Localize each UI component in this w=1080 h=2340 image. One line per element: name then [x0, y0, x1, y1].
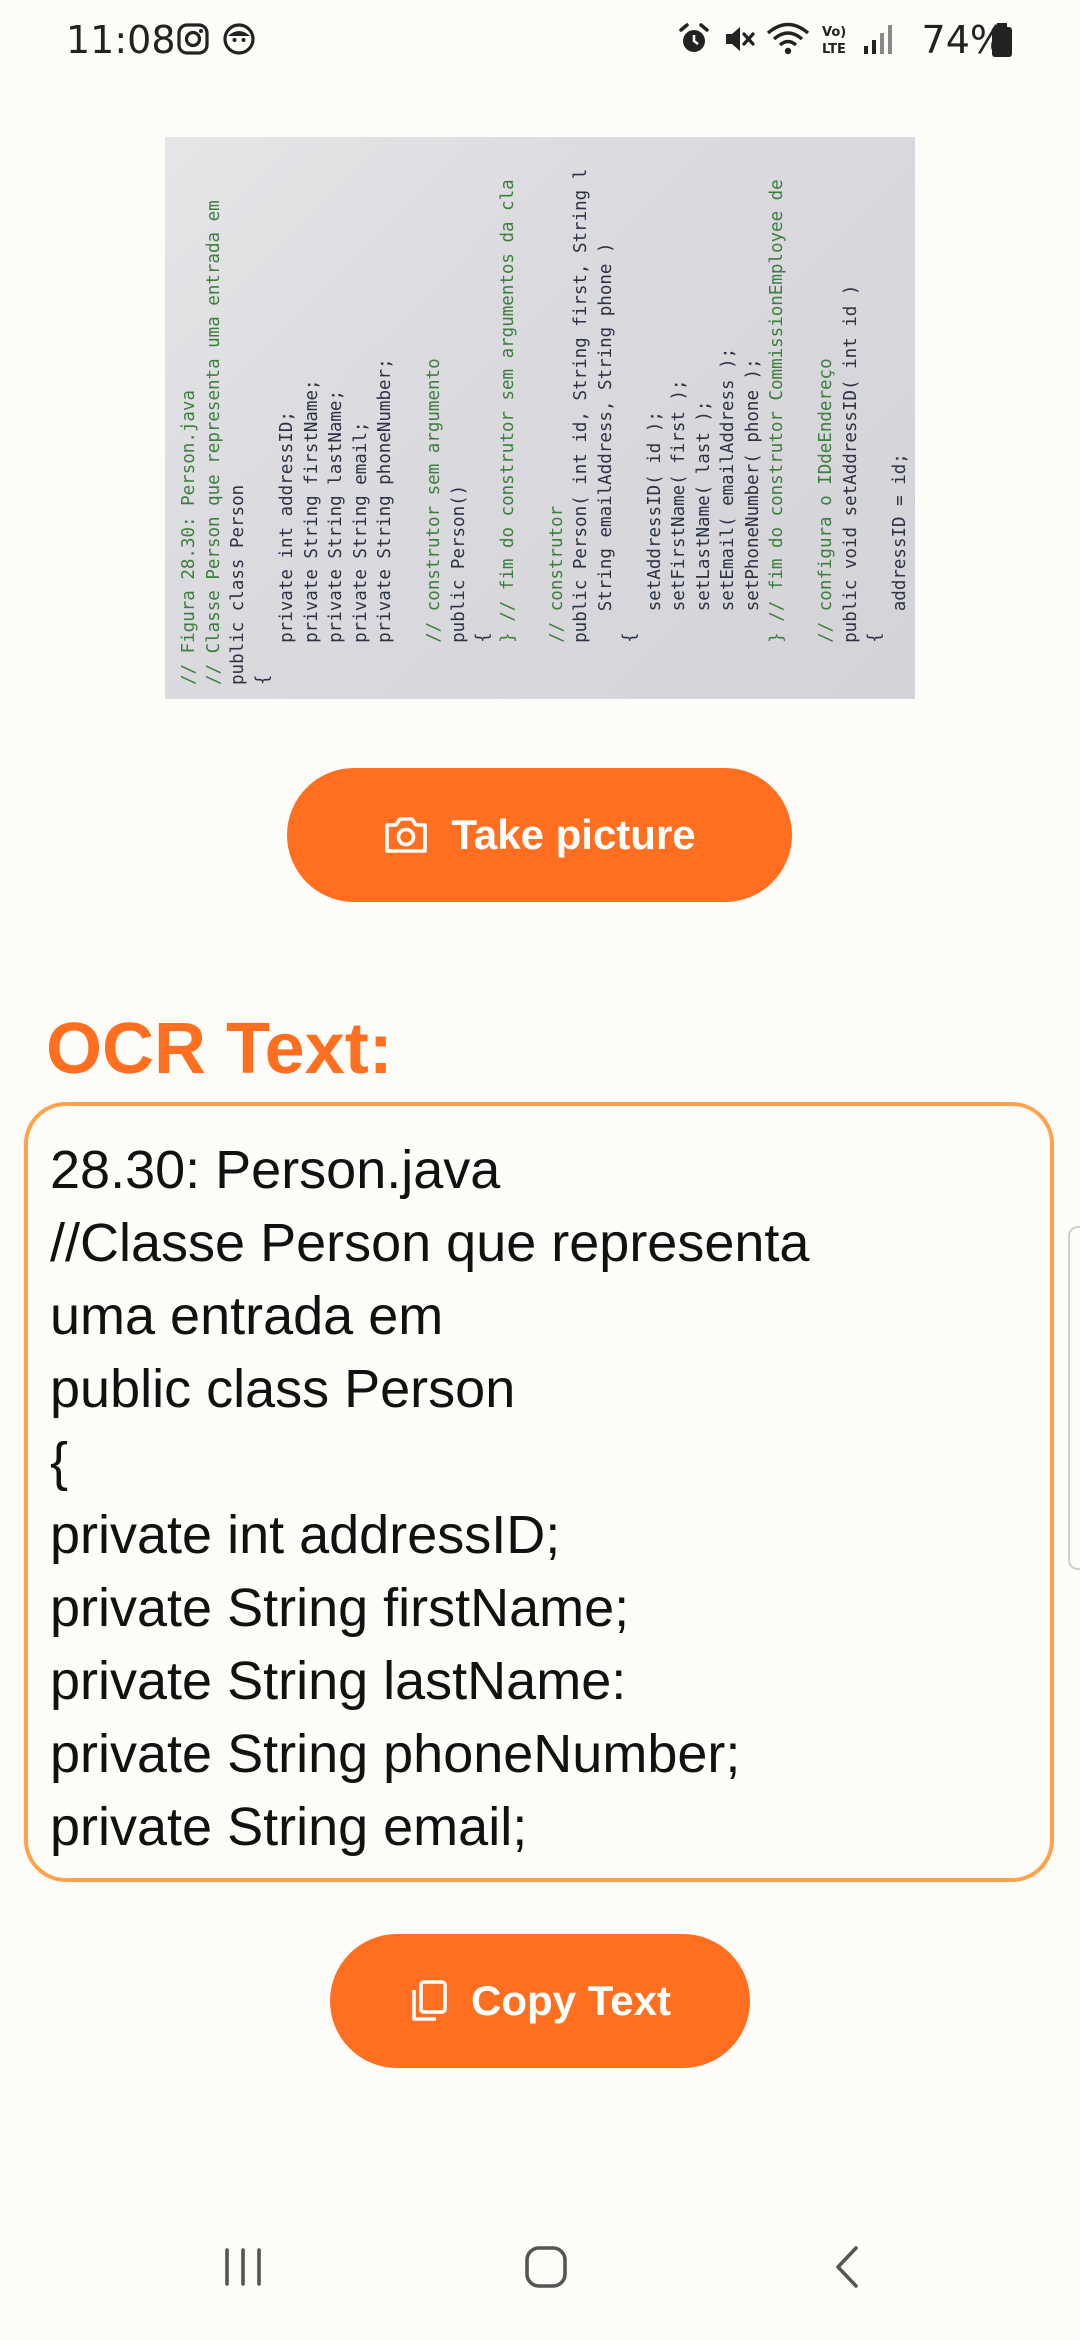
signal-icon: [864, 25, 892, 54]
alarm-icon: [679, 23, 709, 52]
photo-code-line: private int addressID;: [277, 411, 297, 685]
status-time: 11:08: [66, 18, 176, 62]
take-picture-label: Take picture: [451, 811, 696, 858]
photo-code-line: [398, 137, 423, 685]
photo-code-line: } // fim do construtor sem argumentos da…: [497, 179, 518, 685]
camera-icon: [385, 817, 428, 853]
take-picture-button[interactable]: Take picture: [287, 768, 792, 902]
photo-code-line: // configura o IDdeEndereço: [816, 358, 836, 685]
mute-icon: [726, 27, 755, 51]
photo-code-line: setFirstName( first );: [669, 379, 689, 685]
photo-code-line: // Classe Person que representa uma entr…: [203, 200, 224, 685]
ocr-title: OCR Text:: [46, 1009, 393, 1089]
photo-code-line: } // fim do construtor CommissionEmploye…: [767, 179, 787, 685]
photo-code-text: // Figura 28.30: Person.java// Classe Pe…: [165, 137, 915, 699]
photo-code-line: {: [473, 632, 493, 685]
wifi-icon: [766, 22, 810, 55]
captured-photo: // Figura 28.30: Person.java// Classe Pe…: [165, 137, 915, 699]
photo-code-line: private String lastName;: [326, 389, 346, 685]
photo-code-line: public void setAddressID( int id ): [840, 284, 861, 685]
photo-code-line: addressID = id;: [889, 453, 910, 685]
photo-code-line: // Figura 28.30: Person.java: [179, 389, 199, 685]
copy-text-label: Copy Text: [471, 1977, 671, 2024]
edge-panel-handle[interactable]: [1068, 1226, 1080, 1570]
status-bar: 11:08 Vo) LTE 74%: [0, 0, 1080, 80]
recent-apps-icon[interactable]: [218, 2242, 268, 2292]
photo-code-line: setAddressID( id );: [644, 411, 665, 685]
photo-code-line: {: [620, 632, 640, 685]
photo-code-line: } // fim do método setAddressID: [912, 137, 915, 685]
copy-text-button[interactable]: Copy Text: [330, 1934, 750, 2068]
photo-code-line: private String firstName;: [301, 379, 322, 685]
battery-icon: [992, 23, 1012, 57]
face-notification-icon: [223, 23, 255, 55]
photo-code-line: private String phoneNumber;: [375, 358, 395, 685]
photo-code-line: setPhoneNumber( phone );: [742, 358, 763, 685]
photo-code-line: private String email;: [350, 421, 371, 685]
photo-code-line: String emailAddress, String phone ): [595, 242, 616, 685]
photo-code-line: setLastName( last );: [693, 400, 714, 685]
ocr-text-box[interactable]: 28.30: Person.java //Classe Person que r…: [24, 1102, 1054, 1882]
svg-text:Vo): Vo): [822, 25, 846, 40]
photo-code-line: // construtor sem argumento: [424, 358, 444, 685]
copy-icon: [412, 1980, 447, 2021]
photo-code-line: {: [252, 674, 273, 685]
photo-code-line: public Person( int id, String first, Str…: [571, 168, 591, 685]
volte-icon: Vo) LTE: [822, 25, 846, 56]
photo-code-line: // construtor: [546, 505, 567, 685]
instagram-icon: [177, 23, 209, 55]
photo-code-line: [790, 137, 815, 685]
home-icon[interactable]: [521, 2242, 571, 2292]
navigation-bar: [0, 2204, 1080, 2340]
photo-code-line: public Person(): [448, 484, 469, 685]
photo-code-line: {: [865, 632, 885, 685]
photo-code-line: setEmail( emailAddress );: [718, 347, 738, 685]
photo-code-line: public class Person: [228, 484, 248, 685]
back-icon[interactable]: [828, 2242, 868, 2292]
ocr-text[interactable]: 28.30: Person.java //Classe Person que r…: [50, 1134, 1050, 1864]
photo-code-line: [520, 137, 545, 685]
svg-text:LTE: LTE: [822, 42, 846, 56]
